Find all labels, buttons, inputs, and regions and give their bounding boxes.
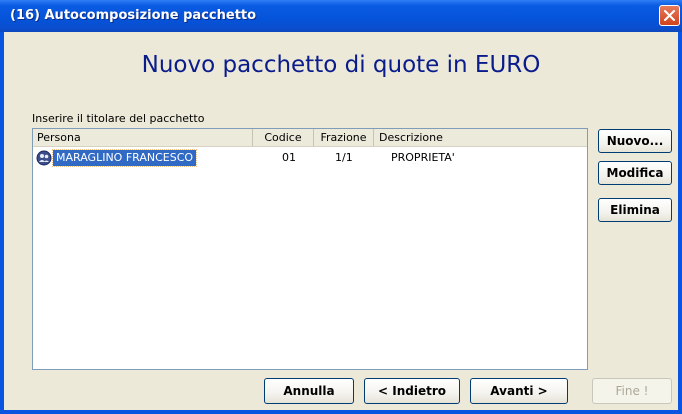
column-header-codice[interactable]: Codice	[253, 129, 314, 146]
new-button[interactable]: Nuovo...	[598, 129, 672, 153]
cell-descrizione: PROPRIETA'	[391, 151, 455, 164]
close-button[interactable]	[659, 5, 680, 26]
delete-button[interactable]: Elimina	[598, 198, 672, 222]
window-title: (16) Autocomposizione pacchetto	[10, 8, 257, 23]
cell-codice: 01	[282, 151, 296, 164]
column-header-persona[interactable]: Persona	[33, 129, 253, 146]
cancel-button[interactable]: Annulla	[264, 378, 354, 404]
instruction-label: Inserire il titolare del pacchetto	[32, 112, 205, 125]
title-bar[interactable]: (16) Autocomposizione pacchetto	[0, 0, 682, 32]
table-row[interactable]: MARAGLINO FRANCESCO 01 1/1 PROPRIETA'	[33, 149, 587, 167]
edit-button[interactable]: Modifica	[598, 161, 672, 185]
page-heading: Nuovo pacchetto di quote in EURO	[141, 52, 541, 78]
cell-persona: MARAGLINO FRANCESCO	[51, 149, 198, 167]
finish-button[interactable]: Fine !	[592, 378, 672, 404]
next-button[interactable]: Avanti >	[470, 378, 568, 404]
cell-frazione: 1/1	[335, 151, 353, 164]
back-button[interactable]: < Indietro	[364, 378, 460, 404]
column-header-descrizione[interactable]: Descrizione	[374, 129, 587, 146]
list-header: Persona Codice Frazione Descrizione	[33, 129, 587, 147]
owner-list[interactable]: Persona Codice Frazione Descrizione MARA…	[32, 128, 588, 370]
wizard-window: (16) Autocomposizione pacchetto Nuovo pa…	[0, 0, 682, 414]
column-header-frazione[interactable]: Frazione	[314, 129, 374, 146]
close-icon	[664, 10, 675, 21]
person-icon	[36, 150, 52, 166]
